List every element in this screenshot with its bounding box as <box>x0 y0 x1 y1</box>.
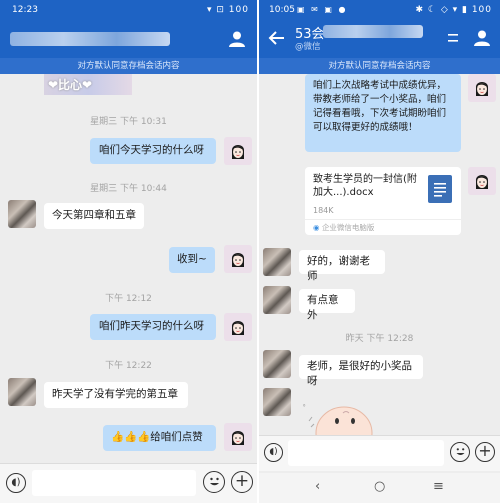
my-avatar[interactable] <box>224 423 252 451</box>
timestamp: 星期三 下午 10:31 <box>90 117 167 127</box>
file-source-label: ◉ 企业微信电脑版 <box>313 223 375 232</box>
nav-menu-icon[interactable]: ≡ <box>433 479 444 494</box>
my-avatar[interactable] <box>468 74 496 102</box>
status-bar: 12:23 ▾ ⊡ 100 <box>0 0 257 20</box>
message-text: 👍👍👍给咱们点赞 <box>111 431 203 443</box>
right-chat-screen: 10:05 ▣ ✉ ▣ ● ✱ ☾ ◇ ▾ ▮ 100 53会 @微信 对方默认… <box>259 0 500 503</box>
contact-avatar-redacted[interactable] <box>263 286 291 314</box>
message-bubble-received[interactable]: 今天第四章和五章 <box>44 203 144 229</box>
status-icons: ▾ ⊡ 100 <box>207 5 249 15</box>
emoji-icon[interactable] <box>450 442 470 462</box>
image-caption: ❤比心❤ <box>48 78 93 92</box>
status-bar: 10:05 ▣ ✉ ▣ ● ✱ ☾ ◇ ▾ ▮ 100 <box>259 0 500 20</box>
wecom-icon: ◉ <box>313 223 322 232</box>
card-divider <box>305 219 461 220</box>
timestamp: 下午 12:12 <box>105 294 152 304</box>
file-attachment-card[interactable]: 致考生学员的一封信(附加大...).docx 184K ◉ 企业微信电脑版 <box>305 167 461 235</box>
message-bubble-received[interactable]: 好的，谢谢老师 <box>299 250 385 282</box>
chat-subtitle: @微信 <box>295 42 321 52</box>
voice-input-icon[interactable]: ◖) <box>6 473 26 493</box>
message-text: 好的，谢谢老师 <box>307 255 370 282</box>
contact-profile-icon[interactable] <box>227 29 247 49</box>
input-bar: ◖) + <box>259 435 500 471</box>
left-chat-screen: 12:23 ▾ ⊡ 100 对方默认同意存档会话内容 ❤比心❤ 星期三 下午 1… <box>0 0 257 503</box>
contact-avatar-redacted[interactable] <box>8 200 36 228</box>
contact-avatar-redacted[interactable] <box>263 388 291 416</box>
message-text: 有点意外 <box>307 294 339 321</box>
archive-notice-banner: 对方默认同意存档会话内容 <box>259 58 500 74</box>
message-bubble-sent[interactable]: 咱们昨天学习的什么呀 <box>90 314 216 340</box>
message-input[interactable] <box>288 440 444 466</box>
message-text: 今天第四章和五章 <box>52 209 136 221</box>
contact-avatar-redacted[interactable] <box>263 350 291 378</box>
message-text: 昨天学了没有学完的第五章 <box>52 388 178 400</box>
plus-icon[interactable]: + <box>231 471 253 493</box>
back-arrow-icon[interactable] <box>267 28 287 48</box>
message-input[interactable] <box>32 470 196 496</box>
system-nav-bar: ‹ ○ ≡ <box>259 473 500 503</box>
archive-notice-banner: 对方默认同意存档会话内容 <box>0 58 257 74</box>
status-time: 10:05 <box>269 5 295 15</box>
status-notification-icons: ▣ ✉ ▣ ● <box>297 5 348 14</box>
nav-back-icon[interactable]: ‹ <box>315 479 320 494</box>
message-bubble-sent[interactable]: 收到~ <box>169 247 215 273</box>
image-message-fragment[interactable]: ❤比心❤ <box>44 74 132 95</box>
message-bubble-received[interactable]: 有点意外 <box>299 289 355 321</box>
file-name: 致考生学员的一封信(附加大...).docx <box>313 174 417 198</box>
chat-header <box>0 20 257 58</box>
message-text: 咱们上次战略考试中成绩优异，带教老师给了一个小奖品，咱们记得看看哦，下次考试期盼… <box>313 80 447 133</box>
my-avatar[interactable] <box>224 137 252 165</box>
timestamp: 下午 12:22 <box>105 361 152 371</box>
file-size: 184K <box>313 206 334 215</box>
chat-title-redacted <box>323 25 423 38</box>
contact-avatar-redacted[interactable] <box>8 378 36 406</box>
contact-avatar-redacted[interactable] <box>263 248 291 276</box>
message-bubble-sent[interactable]: 咱们今天学习的什么呀 <box>90 138 216 164</box>
status-icons: ✱ ☾ ◇ ▾ ▮ 100 <box>415 5 492 15</box>
svg-text:ﾟ: ﾟ <box>303 404 308 416</box>
input-bar: ◖) + <box>0 463 257 503</box>
timestamp: 昨天 下午 12:28 <box>345 334 414 344</box>
voice-input-icon[interactable]: ◖) <box>264 443 283 462</box>
timestamp: 星期三 下午 10:44 <box>90 184 167 194</box>
sticker-message[interactable]: ﾟ <box>299 393 377 435</box>
chat-title-redacted <box>10 32 170 46</box>
message-text: 老师，是很好的小奖品呀 <box>307 360 412 387</box>
members-list-icon[interactable] <box>447 30 459 46</box>
message-text: 咱们昨天学习的什么呀 <box>99 320 204 332</box>
my-avatar[interactable] <box>224 245 252 273</box>
message-text: 收到~ <box>177 253 207 265</box>
contact-profile-icon[interactable] <box>472 28 492 48</box>
docx-file-icon <box>428 175 452 203</box>
my-avatar[interactable] <box>468 167 496 195</box>
message-bubble-sent[interactable]: 咱们上次战略考试中成绩优异，带教老师给了一个小奖品，咱们记得看看哦，下次考试期盼… <box>305 74 461 152</box>
my-avatar[interactable] <box>224 313 252 341</box>
status-time: 12:23 <box>12 5 38 15</box>
message-bubble-received[interactable]: 昨天学了没有学完的第五章 <box>44 382 188 408</box>
chat-header: 53会 @微信 <box>259 20 500 58</box>
message-text: 咱们今天学习的什么呀 <box>99 144 204 156</box>
nav-home-icon[interactable]: ○ <box>374 479 385 494</box>
message-bubble-sent[interactable]: 👍👍👍给咱们点赞 <box>103 425 216 451</box>
message-bubble-received[interactable]: 老师，是很好的小奖品呀 <box>299 355 423 387</box>
emoji-icon[interactable] <box>203 471 225 493</box>
plus-icon[interactable]: + <box>475 442 495 462</box>
